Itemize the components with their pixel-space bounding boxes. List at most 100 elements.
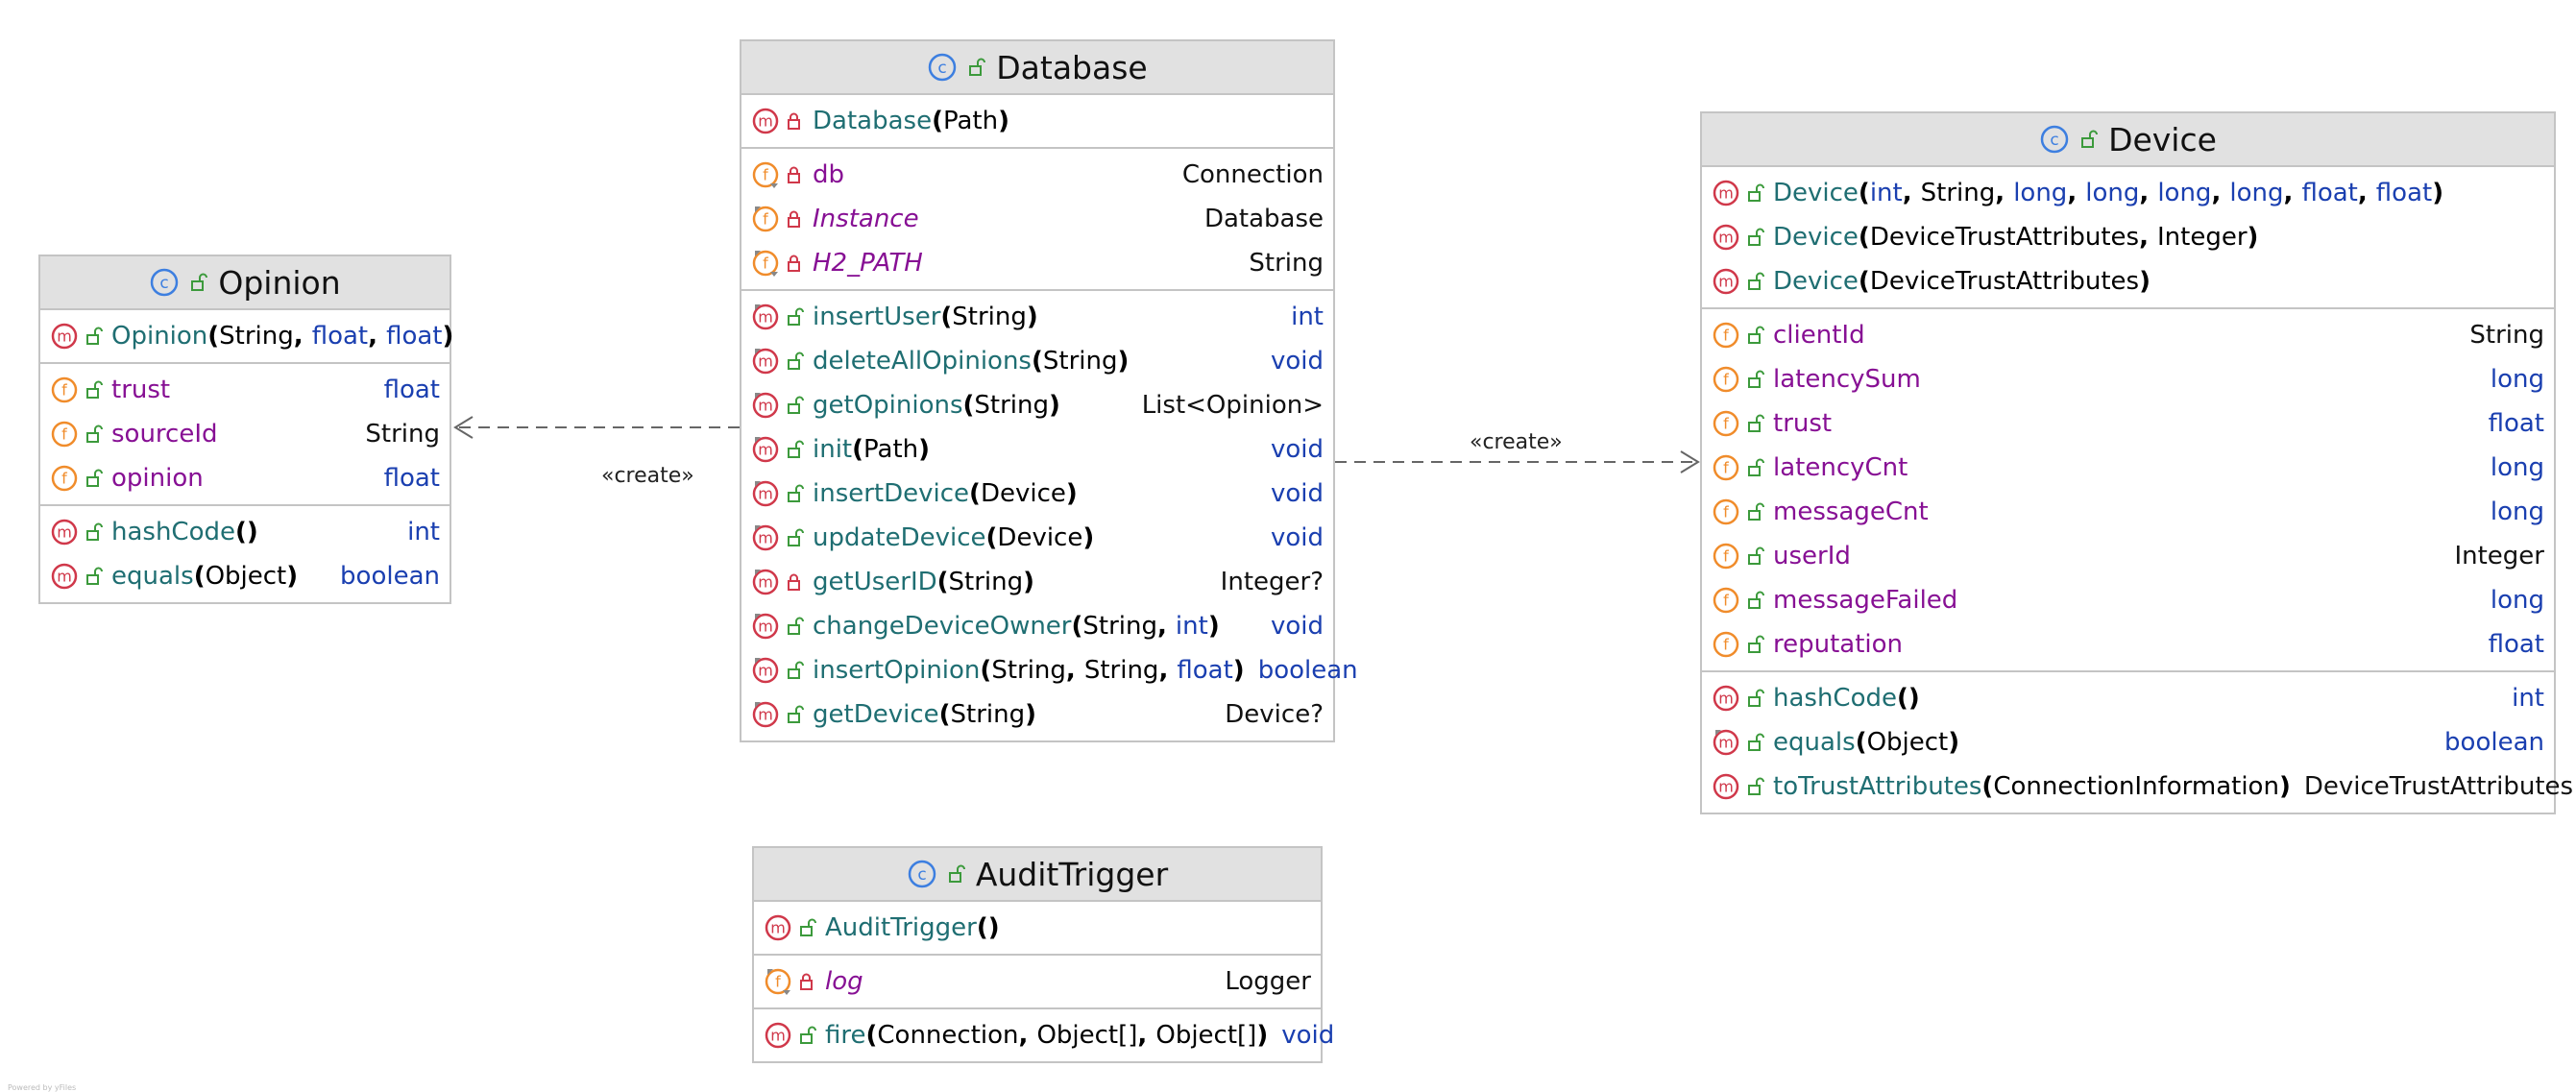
method-row[interactable]: m changeDeviceOwner(String, int) void <box>741 604 1333 648</box>
public-lock-icon <box>788 617 804 635</box>
member-type: String <box>2469 321 2544 350</box>
method-name: Device <box>1773 179 1859 207</box>
create-label-device: «create» <box>1470 430 1563 454</box>
class-name: Database <box>996 48 1148 86</box>
method-row[interactable]: m equals(Object) boolean <box>40 554 450 598</box>
field-row[interactable]: f latencyCnt long <box>1702 446 2554 490</box>
method-row[interactable]: m equals(Object) boolean <box>1702 720 2554 764</box>
field-row[interactable]: f db Connection <box>741 153 1333 197</box>
member-icons: f <box>751 160 813 189</box>
method-row[interactable]: m Database(Path) <box>741 99 1333 143</box>
class-opinion[interactable]: c Opinion m Opinion(String, float, float) f t… <box>38 255 453 604</box>
class-header[interactable]: c Device <box>1702 113 2554 167</box>
punctuation: , <box>293 322 312 351</box>
method-row[interactable]: m hashCode() int <box>1702 676 2554 720</box>
member-icons: m <box>50 518 111 546</box>
constructors-section: m Database(Path) <box>741 95 1333 149</box>
method-name: Device <box>1773 223 1859 252</box>
field-row[interactable]: f messageFailed long <box>1702 578 2554 622</box>
private-lock-icon <box>788 573 800 591</box>
fields-section: f db Connection f Instance Database f H2_PATH St… <box>741 149 1333 291</box>
method-row[interactable]: m getOpinions(String) List<Opinion> <box>741 383 1333 427</box>
punctuation: ) <box>2432 179 2444 207</box>
class-audittrigger[interactable]: c AuditTrigger m AuditTrigger() f log Logger m f… <box>752 846 1334 1063</box>
svg-text:m: m <box>1718 229 1734 247</box>
field-row[interactable]: f userId Integer <box>1702 534 2554 578</box>
field-name: reputation <box>1773 630 1904 659</box>
field-row[interactable]: f reputation float <box>1702 622 2554 667</box>
member-type: String <box>365 420 440 449</box>
punctuation: , <box>1995 179 2014 207</box>
method-name: updateDevice <box>813 523 986 552</box>
method-row[interactable]: m fire(Connection, Object[], Object[]) voi… <box>754 1013 1334 1057</box>
field-row[interactable]: f trust float <box>40 368 450 412</box>
class-header[interactable]: c AuditTrigger <box>754 848 1321 902</box>
field-row[interactable]: f Instance Database <box>741 197 1333 241</box>
field-row[interactable]: f latencySum long <box>1702 357 2554 401</box>
public-lock-icon <box>788 396 804 414</box>
method-row[interactable]: m getUserID(String) Integer? <box>741 560 1333 604</box>
param-type: Path <box>863 435 919 464</box>
member-signature: getDevice(String) <box>813 700 1211 729</box>
method-row[interactable]: m insertOpinion(String, String, float) boo… <box>741 648 1358 692</box>
field-name: H2_PATH <box>813 249 923 278</box>
punctuation: , <box>2211 179 2230 207</box>
svg-text:m: m <box>770 1027 786 1045</box>
param-type: String <box>948 568 1024 596</box>
method-row[interactable]: m updateDevice(Device) void <box>741 516 1333 560</box>
method-row[interactable]: m Device(DeviceTrustAttributes, Integer) <box>1702 215 2554 259</box>
member-icons: f <box>50 420 111 449</box>
param-type: long <box>2013 179 2068 207</box>
punctuation: ( <box>207 322 220 351</box>
method-row[interactable]: m init(Path) void <box>741 427 1333 472</box>
method-row[interactable]: m insertDevice(Device) void <box>741 472 1333 516</box>
class-header[interactable]: c Database <box>741 41 1333 95</box>
field-row[interactable]: f opinion float <box>40 456 450 500</box>
method-row[interactable]: m deleteAllOpinions(String) void <box>741 339 1333 383</box>
method-row[interactable]: m Device(int, String, long, long, long, l… <box>1702 171 2554 215</box>
punctuation: ) <box>1232 656 1245 685</box>
public-lock-icon <box>800 1026 816 1044</box>
param-type: String <box>991 656 1066 685</box>
method-row[interactable]: m toTrustAttributes(ConnectionInformation… <box>1702 764 2573 809</box>
punctuation: , <box>2139 179 2158 207</box>
public-lock-icon <box>1748 228 1764 246</box>
field-row[interactable]: f sourceId String <box>40 412 450 456</box>
member-type: boolean <box>340 562 440 591</box>
field-row[interactable]: f messageCnt long <box>1702 490 2554 534</box>
method-icon: m <box>752 392 779 419</box>
method-icon: m <box>752 436 779 463</box>
punctuation: ( <box>976 913 988 942</box>
method-name: init <box>813 435 853 464</box>
field-row[interactable]: f clientId String <box>1702 313 2554 357</box>
svg-text:f: f <box>763 210 768 229</box>
class-device[interactable]: c Device m Device(int, String, long, long, … <box>1700 111 2573 814</box>
punctuation: ( <box>1855 728 1867 757</box>
method-row[interactable]: m AuditTrigger() <box>754 906 1321 950</box>
method-row[interactable]: m Opinion(String, float, float) <box>40 314 453 358</box>
field-row[interactable]: f trust float <box>1702 401 2554 446</box>
field-row[interactable]: f H2_PATH String <box>741 241 1333 285</box>
method-row[interactable]: m hashCode() int <box>40 510 450 554</box>
method-row[interactable]: m getDevice(String) Device? <box>741 692 1333 737</box>
public-lock-icon <box>948 864 965 883</box>
member-signature: changeDeviceOwner(String, int) <box>813 612 1257 641</box>
svg-text:f: f <box>1723 636 1729 654</box>
field-row[interactable]: f log Logger <box>754 959 1321 1004</box>
svg-text:m: m <box>1718 273 1734 291</box>
constructors-section: m AuditTrigger() <box>754 902 1321 956</box>
method-name: toTrustAttributes <box>1773 772 1982 801</box>
class-header[interactable]: c Opinion <box>40 256 450 310</box>
param-type: ConnectionInformation <box>1993 772 2279 801</box>
method-name: hashCode <box>1773 684 1897 713</box>
svg-text:c: c <box>917 865 926 885</box>
field-name: sourceId <box>111 420 218 449</box>
svg-text:m: m <box>758 529 773 547</box>
field-icon: f <box>51 376 78 403</box>
field-icon: f <box>1713 454 1739 481</box>
methods-section: m fire(Connection, Object[], Object[]) voi… <box>754 1009 1334 1061</box>
method-row[interactable]: m insertUser(String) int <box>741 295 1333 339</box>
class-database[interactable]: c Database m Database(Path) f db Connection f In… <box>740 39 1358 742</box>
field-name: userId <box>1773 542 1851 570</box>
method-row[interactable]: m Device(DeviceTrustAttributes) <box>1702 259 2554 303</box>
